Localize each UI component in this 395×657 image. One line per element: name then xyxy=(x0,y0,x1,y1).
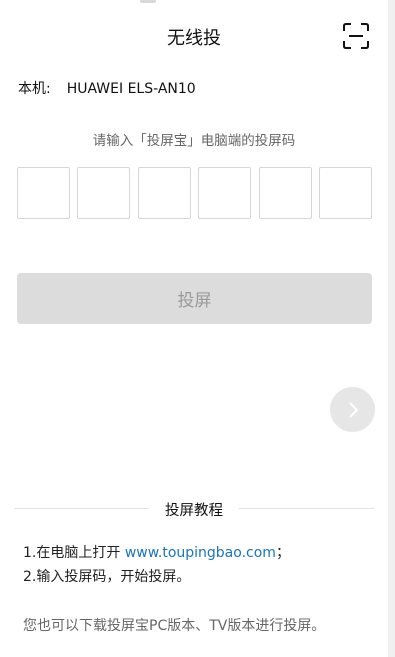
device-info: 本机: HUAWEI ELS-AN10 xyxy=(18,78,196,98)
status-bar-indicator xyxy=(140,0,156,3)
step1-prefix: 1.在电脑上打开 xyxy=(23,545,125,561)
code-hint: 请输入「投屏宝」电脑端的投屏码 xyxy=(92,133,296,149)
divider-right xyxy=(239,508,374,509)
tutorial-header: 投屏教程 xyxy=(14,499,374,519)
chevron-right-icon xyxy=(348,401,358,418)
header: 无线投 xyxy=(0,18,388,54)
tutorial-title: 投屏教程 xyxy=(165,503,223,519)
code-input-group xyxy=(17,167,372,219)
code-digit-1[interactable] xyxy=(17,167,70,219)
tutorial-steps: 1.在电脑上打开 www.toupingbao.com； 2.输入投屏码，开始投… xyxy=(23,541,290,589)
next-button[interactable] xyxy=(330,387,375,432)
page-title: 无线投 xyxy=(167,28,221,49)
tutorial-step-1: 1.在电脑上打开 www.toupingbao.com； xyxy=(23,541,290,565)
code-digit-5[interactable] xyxy=(258,167,312,219)
scan-button[interactable] xyxy=(342,22,370,50)
page: 无线投 本机: HUAWEI ELS-AN10 请输入「投屏宝」电脑端的投屏码 投… xyxy=(0,0,395,657)
code-digit-3[interactable] xyxy=(137,167,191,219)
device-label: 本机: xyxy=(18,81,51,97)
step1-suffix: ； xyxy=(275,545,290,561)
code-digit-4[interactable] xyxy=(198,167,252,219)
footer-note: 您也可以下载投屏宝PC版本、TV版本进行投屏。 xyxy=(23,618,326,634)
code-digit-6[interactable] xyxy=(318,167,372,219)
website-link[interactable]: www.toupingbao.com xyxy=(125,545,276,561)
device-name: HUAWEI ELS-AN10 xyxy=(66,81,196,97)
tutorial-step-2: 2.输入投屏码，开始投屏。 xyxy=(23,569,191,585)
scan-icon xyxy=(343,23,369,49)
scrollbar-track xyxy=(388,0,395,657)
code-digit-2[interactable] xyxy=(77,167,131,219)
cast-button[interactable]: 投屏 xyxy=(17,273,372,324)
